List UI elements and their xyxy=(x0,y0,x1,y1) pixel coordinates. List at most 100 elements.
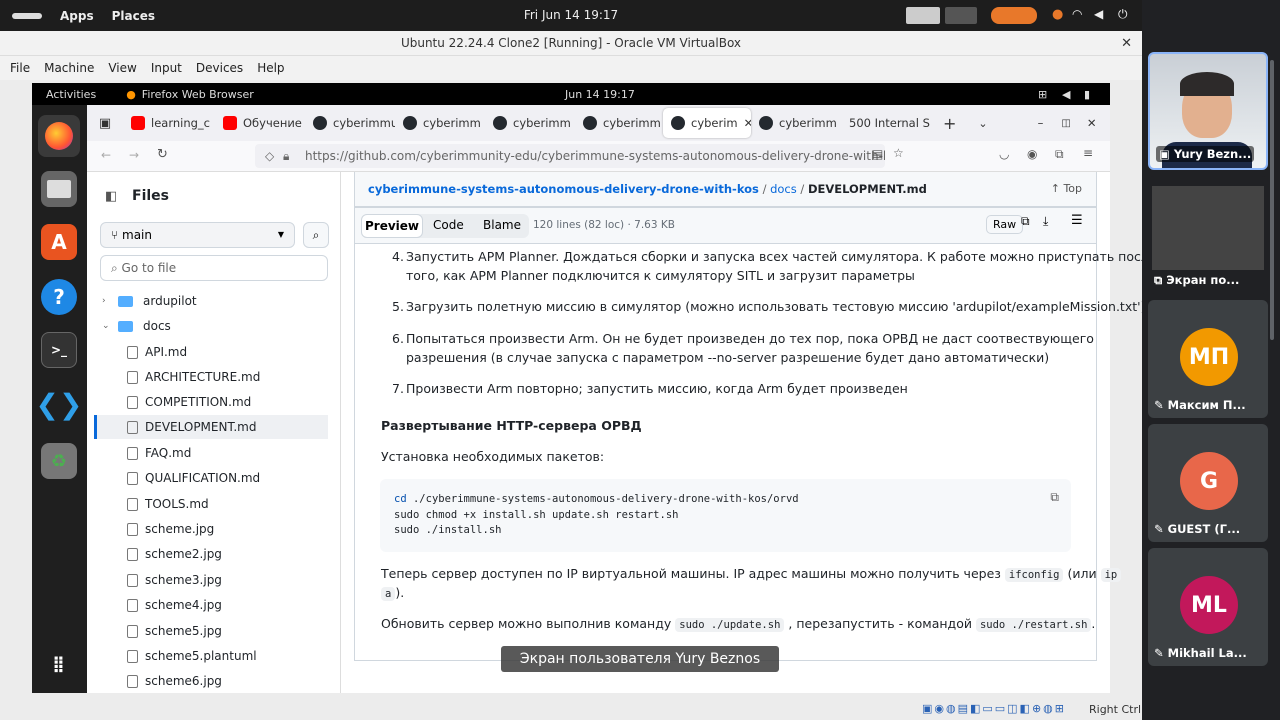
tree-item-faq[interactable]: FAQ.md xyxy=(87,441,341,465)
menu-hamburger-icon[interactable]: ≡ xyxy=(1083,146,1093,160)
help-dock-icon[interactable]: ? xyxy=(41,279,77,315)
trash-dock-icon[interactable]: ♻ xyxy=(41,443,77,479)
lock-icon[interactable]: 🔒︎ xyxy=(283,144,289,168)
minimize-icon[interactable]: – xyxy=(1038,116,1044,130)
firefox-dock-icon[interactable] xyxy=(38,115,80,157)
status-device-icons[interactable]: ▣◉◍▤◧▭▭◫◧⊕◍⊞ xyxy=(922,702,1066,715)
address-bar[interactable]: ◇ 🔒︎ https://github.com/cyberimmunity-ed… xyxy=(255,144,885,168)
reload-icon[interactable]: ↻ xyxy=(157,147,168,162)
code-block[interactable]: cd ./cyberimmune-systems-autonomous-deli… xyxy=(380,479,1071,552)
tab-list-icon[interactable]: ⌄ xyxy=(978,117,987,130)
new-tab-icon[interactable]: + xyxy=(943,114,956,133)
tab-overview-icon[interactable]: ▣ xyxy=(87,116,123,131)
forward-icon[interactable]: → xyxy=(129,148,139,162)
tree-item-scheme5[interactable]: scheme5.jpg xyxy=(87,619,341,643)
copy-code-icon[interactable]: ⧉ xyxy=(1050,490,1059,505)
guest-clock[interactable]: Jun 14 19:17 xyxy=(565,88,635,101)
tree-item-scheme3[interactable]: scheme3.jpg xyxy=(87,568,341,592)
blame-tab[interactable]: Blame xyxy=(483,218,521,232)
copy-raw-icon[interactable]: ⧉ xyxy=(1021,214,1030,229)
tree-item-scheme5-plantuml[interactable]: scheme5.plantuml xyxy=(87,644,341,668)
microphone-icon[interactable]: ● xyxy=(1052,7,1063,24)
participant-tile-guest[interactable]: G ✎ GUEST (Г... xyxy=(1148,424,1268,542)
tree-item-competition[interactable]: COMPETITION.md xyxy=(87,390,341,414)
menu-view[interactable]: View xyxy=(108,61,136,75)
tab-github-1[interactable]: cyberimmu xyxy=(305,108,395,138)
places-menu[interactable]: Places xyxy=(112,9,155,23)
vm-thumbnail-icon[interactable] xyxy=(906,7,940,24)
search-button[interactable]: ⌕ xyxy=(303,222,329,248)
back-icon[interactable]: ← xyxy=(101,148,111,162)
menu-machine[interactable]: Machine xyxy=(44,61,94,75)
participants-scrollbar[interactable] xyxy=(1270,60,1274,340)
tab-github-5[interactable]: cyberimm xyxy=(751,108,841,138)
participant-tile-mikhail[interactable]: ML ✎ Mikhail La... xyxy=(1148,548,1268,666)
activities-indicator[interactable] xyxy=(12,12,42,19)
tree-item-scheme[interactable]: scheme.jpg xyxy=(87,517,341,541)
close-tab-icon[interactable]: ✕ xyxy=(744,116,751,130)
go-to-file-input[interactable]: ⌕ Go to file xyxy=(100,255,328,281)
tab-500[interactable]: 500 Internal S xyxy=(841,108,937,138)
tree-item-tools[interactable]: TOOLS.md xyxy=(87,492,341,516)
tab-learning[interactable]: learning_c xyxy=(123,108,215,138)
tab-github-2[interactable]: cyberimm xyxy=(395,108,485,138)
tree-item-scheme4[interactable]: scheme4.jpg xyxy=(87,593,341,617)
participant-tile-yury[interactable]: ▣ Yury Bezn... xyxy=(1148,52,1268,170)
vscode-dock-icon[interactable]: ❮❯ xyxy=(36,386,83,422)
screen-share-indicator-icon[interactable] xyxy=(991,7,1037,24)
restore-icon[interactable]: ◫ xyxy=(1061,118,1070,129)
tab-obuchenie[interactable]: Обучение xyxy=(215,108,305,138)
download-icon[interactable]: ⤓ xyxy=(1043,214,1048,229)
menu-help[interactable]: Help xyxy=(257,61,284,75)
show-apps-icon[interactable]: ⣿ xyxy=(41,645,77,681)
account-icon[interactable]: ◉ xyxy=(1027,147,1037,161)
raw-button[interactable]: Raw xyxy=(986,215,1024,234)
breadcrumb-dir-link[interactable]: docs xyxy=(770,182,797,196)
window-thumbnail-icon[interactable] xyxy=(945,7,977,24)
pocket-icon[interactable]: ◡ xyxy=(999,147,1009,161)
tree-item-qualification[interactable]: QUALIFICATION.md xyxy=(87,466,341,490)
extensions-icon[interactable]: ⧉ xyxy=(1055,147,1064,162)
close-window-button[interactable]: ✕ xyxy=(1121,31,1132,56)
tree-item-scheme2[interactable]: scheme2.jpg xyxy=(87,542,341,566)
participant-tile-maxim[interactable]: МП ✎ Максим П... xyxy=(1148,300,1268,418)
menu-devices[interactable]: Devices xyxy=(196,61,243,75)
bookmark-star-icon[interactable]: ☆ xyxy=(893,146,904,160)
network-icon[interactable]: ⊞ xyxy=(1038,88,1047,101)
wifi-icon[interactable]: ◠ xyxy=(1072,7,1082,24)
software-center-dock-icon[interactable]: A xyxy=(41,224,77,260)
tree-item-scheme6[interactable]: scheme6.jpg xyxy=(87,669,341,693)
files-dock-icon[interactable] xyxy=(41,171,77,207)
menu-input[interactable]: Input xyxy=(151,61,182,75)
back-to-top-button[interactable]: ↑ Top xyxy=(1051,182,1082,195)
guest-activities[interactable]: Activities xyxy=(46,88,96,101)
collapse-panel-icon[interactable]: ◧ xyxy=(105,189,117,204)
breadcrumb-repo-link[interactable]: cyberimmune-systems-autonomous-delivery-… xyxy=(368,182,759,196)
volume-icon[interactable]: ◀ xyxy=(1094,7,1103,24)
guest-app-name[interactable]: Firefox Web Browser xyxy=(142,88,254,101)
tab-label: cyberim xyxy=(691,116,738,130)
tree-item-docs[interactable]: ⌄ docs xyxy=(87,314,341,338)
branch-selector[interactable]: ⑂ main ▼ xyxy=(100,222,295,248)
tab-github-4[interactable]: cyberimm xyxy=(575,108,663,138)
code-tab[interactable]: Code xyxy=(433,218,464,232)
outline-icon[interactable]: ☰ xyxy=(1071,213,1083,228)
reader-view-icon[interactable]: ▤ xyxy=(872,147,883,161)
tree-item-development[interactable]: DEVELOPMENT.md xyxy=(94,415,328,439)
tree-item-ardupilot[interactable]: › ardupilot xyxy=(87,289,341,313)
shield-icon[interactable]: ◇ xyxy=(265,144,274,168)
close-firefox-icon[interactable]: ✕ xyxy=(1087,116,1097,130)
guest-battery-icon[interactable]: ▮ xyxy=(1084,88,1090,101)
tab-github-3[interactable]: cyberimm xyxy=(485,108,575,138)
tree-item-api[interactable]: API.md xyxy=(87,340,341,364)
participant-tile-screen[interactable]: ⧉ Экран по... xyxy=(1148,176,1268,294)
apps-menu[interactable]: Apps xyxy=(60,9,94,23)
power-icon[interactable]: ⏻ xyxy=(1118,7,1128,24)
menu-file[interactable]: File xyxy=(10,61,30,75)
text: , перезапустить - командой xyxy=(788,616,972,631)
tree-item-architecture[interactable]: ARCHITECTURE.md xyxy=(87,365,341,389)
guest-volume-icon[interactable]: ◀ xyxy=(1062,88,1070,101)
tab-github-active[interactable]: cyberim ✕ xyxy=(663,108,751,138)
preview-tab[interactable]: Preview xyxy=(361,214,423,238)
terminal-dock-icon[interactable]: >_ xyxy=(41,332,77,368)
